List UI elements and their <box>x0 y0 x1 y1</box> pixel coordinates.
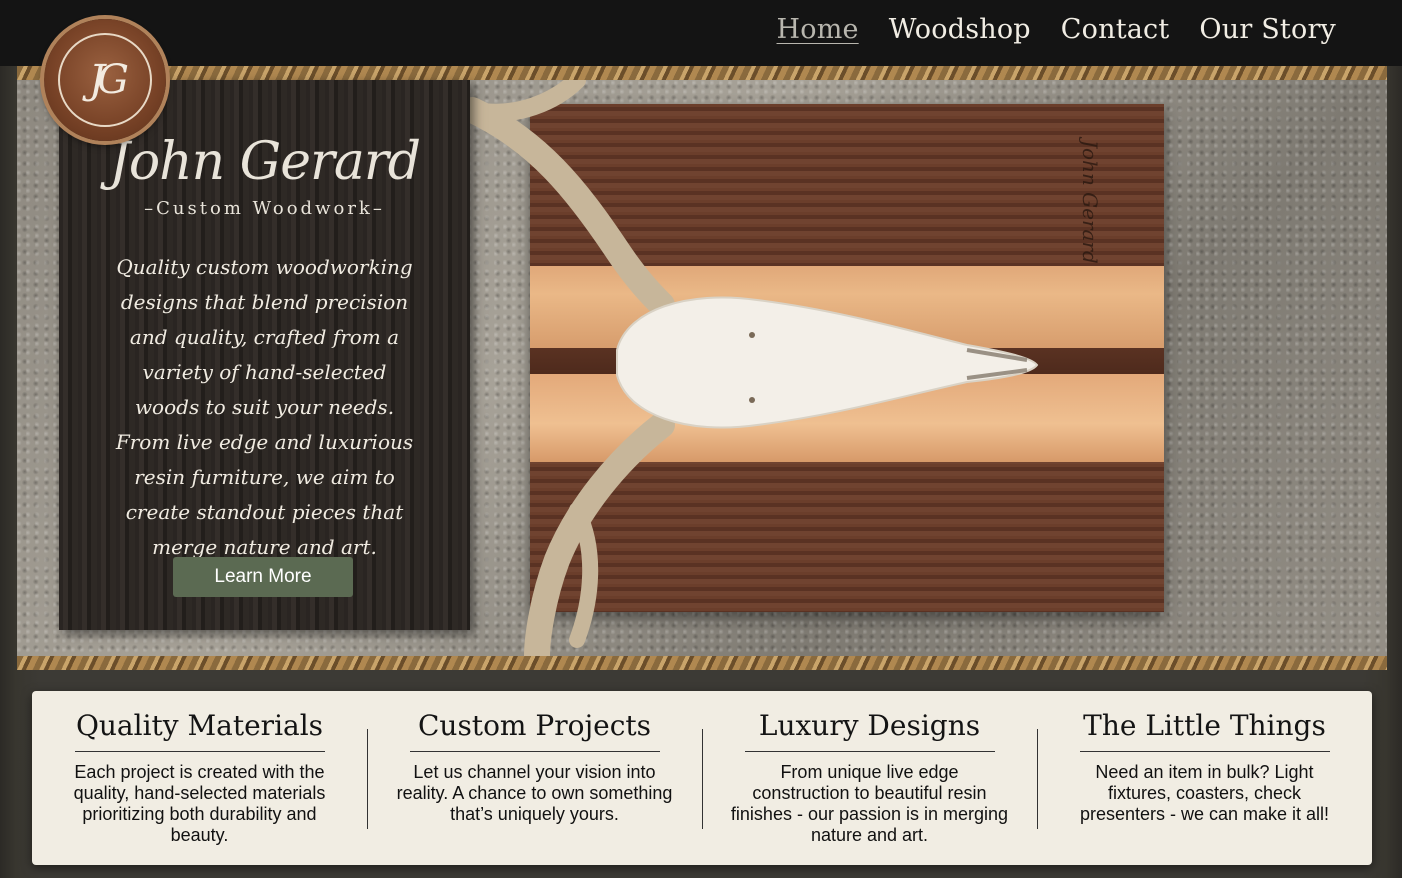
nav-contact-link[interactable]: Contact <box>1061 14 1170 45</box>
feature-text: From unique live edge construction to be… <box>730 762 1009 845</box>
feature-quality-materials: Quality Materials Each project is create… <box>32 691 367 865</box>
feature-title: The Little Things <box>1079 709 1330 752</box>
logo-monogram: JG <box>58 33 152 127</box>
feature-text: Need an item in bulk? Light fixtures, co… <box>1079 762 1330 824</box>
feature-title: Quality Materials <box>74 709 325 752</box>
top-navigation-bar: Home Woodshop Contact Our Story <box>0 0 1402 66</box>
main-nav: Home Woodshop Contact Our Story <box>777 14 1337 45</box>
deer-skull-image <box>616 296 1039 429</box>
nav-our-story-link[interactable]: Our Story <box>1199 14 1336 45</box>
wood-trim-top <box>17 66 1387 80</box>
feature-text: Let us channel your vision into reality.… <box>396 762 673 824</box>
nav-woodshop-link[interactable]: Woodshop <box>889 14 1031 45</box>
brand-tagline: –Custom Woodwork– <box>144 198 385 219</box>
feature-title: Luxury Designs <box>744 709 995 752</box>
site-logo[interactable]: JG <box>44 19 166 141</box>
nav-home-link[interactable]: Home <box>777 14 859 45</box>
feature-custom-projects: Custom Projects Let us channel your visi… <box>367 691 702 865</box>
brand-panel: John Gerard –Custom Woodwork– Quality cu… <box>59 80 470 630</box>
features-section: Quality Materials Each project is create… <box>32 691 1372 865</box>
feature-text: Each project is created with the quality… <box>73 762 326 845</box>
feature-little-things: The Little Things Need an item in bulk? … <box>1037 691 1372 865</box>
hero-description: Quality custom woodworking designs that … <box>115 255 414 559</box>
feature-luxury-designs: Luxury Designs From unique live edge con… <box>702 691 1037 865</box>
feature-title: Custom Projects <box>409 709 660 752</box>
brand-name: John Gerard <box>109 132 421 192</box>
learn-more-button[interactable]: Learn More <box>173 557 353 597</box>
wood-trim-bottom <box>17 656 1387 670</box>
